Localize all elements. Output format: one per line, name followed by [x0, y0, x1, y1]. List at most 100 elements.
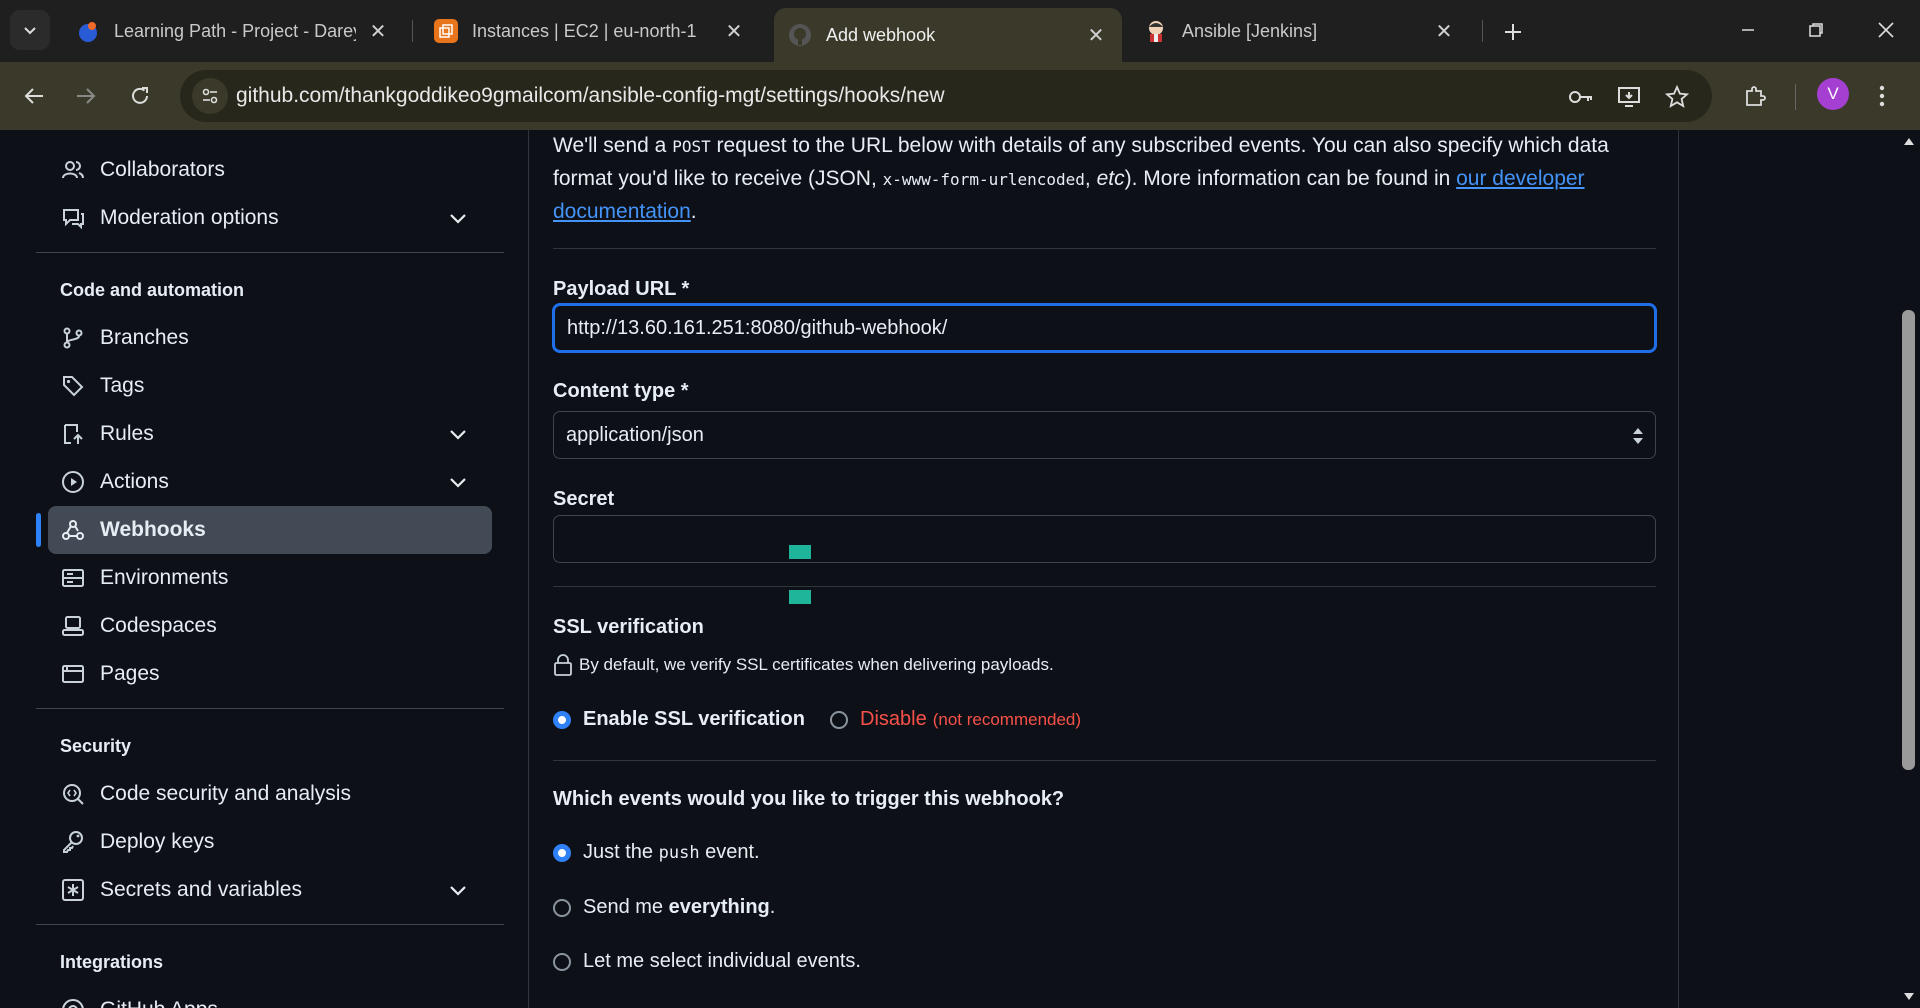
reload-button[interactable] [120, 76, 160, 116]
chevron-down-icon [450, 478, 466, 488]
browser-menu-button[interactable] [1862, 76, 1902, 116]
close-window-button[interactable] [1862, 10, 1910, 50]
profile-avatar[interactable]: V [1817, 78, 1849, 110]
sidebar-item-codespaces[interactable]: Codespaces [48, 602, 492, 650]
tab-darey[interactable]: Learning Path - Project - Darey. ✕ [62, 8, 404, 54]
ssl-disable-label: Disable [860, 708, 927, 730]
sidebar-item-github-apps[interactable]: GitHub Apps [48, 986, 492, 1008]
sidebar-item-rules[interactable]: Rules [48, 410, 492, 458]
asterisk-icon [60, 877, 86, 903]
cursor-marker-icon [789, 545, 811, 559]
tab-add-webhook[interactable]: Add webhook ✕ [774, 8, 1122, 62]
arrow-left-icon [24, 88, 43, 104]
reload-icon [132, 87, 148, 104]
sidebar-item-pages[interactable]: Pages [48, 650, 492, 698]
sidebar-item-label: Moderation options [100, 206, 279, 229]
browser-icon [60, 661, 86, 687]
event-individual-option[interactable]: Let me select individual events. [553, 950, 861, 973]
sidebar-item-moderation-options[interactable]: Moderation options [48, 194, 492, 242]
url-text: github.com/thankgoddikeo9gmailcom/ansibl… [236, 84, 945, 107]
close-icon[interactable]: ✕ [1084, 23, 1108, 47]
restore-button[interactable] [1792, 10, 1840, 50]
event-push-radio[interactable] [553, 843, 571, 862]
event-individual-radio[interactable] [553, 952, 571, 971]
event-everything-label: Send me everything. [583, 896, 776, 918]
chevron-down-icon [450, 430, 466, 440]
tab-search-button[interactable] [10, 10, 50, 50]
event-push-option[interactable]: Just the push event. [553, 841, 760, 864]
sidebar-item-webhooks[interactable]: Webhooks [48, 506, 492, 554]
content-border [1678, 130, 1679, 1008]
sidebar-item-label: Environments [100, 566, 229, 589]
minimize-button[interactable] [1724, 10, 1772, 50]
sidebar-item-label: GitHub Apps [100, 998, 218, 1008]
plus-icon [1505, 24, 1521, 40]
webhook-intro-text: We'll send a POST request to the URL bel… [553, 134, 1609, 223]
comment-icon [60, 205, 86, 231]
ssl-note-text: By default, we verify SSL certificates w… [579, 655, 1054, 674]
github-icon [788, 23, 812, 47]
tab-ec2[interactable]: Instances | EC2 | eu-north-1 ✕ [420, 8, 760, 54]
tab-jenkins[interactable]: Ansible [Jenkins] ✕ [1130, 8, 1470, 54]
ssl-section-title: SSL verification [553, 616, 704, 638]
content-type-value: application/json [566, 423, 704, 446]
scroll-down-icon[interactable] [1903, 992, 1915, 1002]
extensions-button[interactable] [1735, 76, 1775, 116]
active-indicator [36, 513, 41, 547]
section-divider [553, 760, 1656, 761]
forward-button[interactable] [66, 76, 106, 116]
arrow-right-icon [77, 88, 96, 104]
scroll-up-icon[interactable] [1903, 136, 1915, 146]
jenkins-icon [1144, 19, 1168, 43]
ssl-disable-note: (not recommended) [932, 709, 1082, 729]
sidebar-item-tags[interactable]: Tags [48, 362, 492, 410]
content-type-label: Content type * [553, 380, 689, 402]
payload-url-input[interactable]: http://13.60.161.251:8080/github-webhook… [553, 304, 1656, 352]
rules-icon [60, 421, 86, 447]
key-icon [60, 829, 86, 855]
secret-input[interactable] [553, 515, 1656, 563]
secret-label: Secret [553, 488, 615, 510]
sidebar-item-branches[interactable]: Branches [48, 314, 492, 362]
sidebar-item-collaborators[interactable]: Collaborators [48, 146, 492, 194]
close-icon[interactable]: ✕ [366, 19, 390, 43]
password-key-icon[interactable] [1566, 82, 1596, 112]
tab-title: Instances | EC2 | eu-north-1 [472, 20, 697, 41]
page-scrollbar[interactable] [1897, 130, 1920, 1008]
sidebar-item-deploy-keys[interactable]: Deploy keys [48, 818, 492, 866]
new-tab-button[interactable] [1495, 14, 1531, 50]
ssl-enable-option[interactable]: Enable SSL verification [553, 708, 805, 731]
chevron-down-icon [24, 27, 36, 35]
tab-title: Ansible [Jenkins] [1182, 20, 1318, 41]
sidebar-item-label: Tags [100, 374, 145, 397]
event-everything-option[interactable]: Send me everything. [553, 896, 775, 919]
ssl-disable-radio[interactable] [830, 710, 848, 729]
close-icon[interactable]: ✕ [722, 19, 746, 43]
content-type-select[interactable]: application/json [553, 411, 1656, 459]
install-app-icon[interactable] [1614, 82, 1644, 112]
tab-title: Learning Path - Project - Darey. [114, 20, 356, 41]
sidebar-divider [36, 252, 504, 253]
site-info-button[interactable] [192, 78, 228, 114]
sidebar-item-secrets-and-variables[interactable]: Secrets and variables [48, 866, 492, 914]
ssl-enable-radio[interactable] [553, 710, 571, 729]
people-icon [60, 157, 86, 183]
sidebar-item-actions[interactable]: Actions [48, 458, 492, 506]
back-button[interactable] [14, 76, 54, 116]
sidebar-item-label: Webhooks [100, 518, 206, 541]
sidebar-item-label: Secrets and variables [100, 878, 302, 901]
sidebar-item-environments[interactable]: Environments [48, 554, 492, 602]
bookmark-star-icon[interactable] [1662, 82, 1692, 112]
scrollbar-thumb[interactable] [1902, 310, 1915, 770]
close-icon[interactable]: ✕ [1432, 19, 1456, 43]
ssl-disable-option[interactable]: Disable (not recommended) [830, 708, 1081, 731]
sidebar-item-label: Rules [100, 422, 154, 445]
address-bar[interactable]: github.com/thankgoddikeo9gmailcom/ansibl… [180, 70, 1712, 122]
codescan-icon [60, 781, 86, 807]
tab-separator [1482, 20, 1483, 42]
event-everything-radio[interactable] [553, 898, 571, 917]
sidebar-item-code-security[interactable]: Code security and analysis [48, 770, 492, 818]
payload-url-label: Payload URL * [553, 278, 690, 300]
puzzle-icon [1746, 86, 1766, 106]
lock-icon [554, 654, 572, 676]
